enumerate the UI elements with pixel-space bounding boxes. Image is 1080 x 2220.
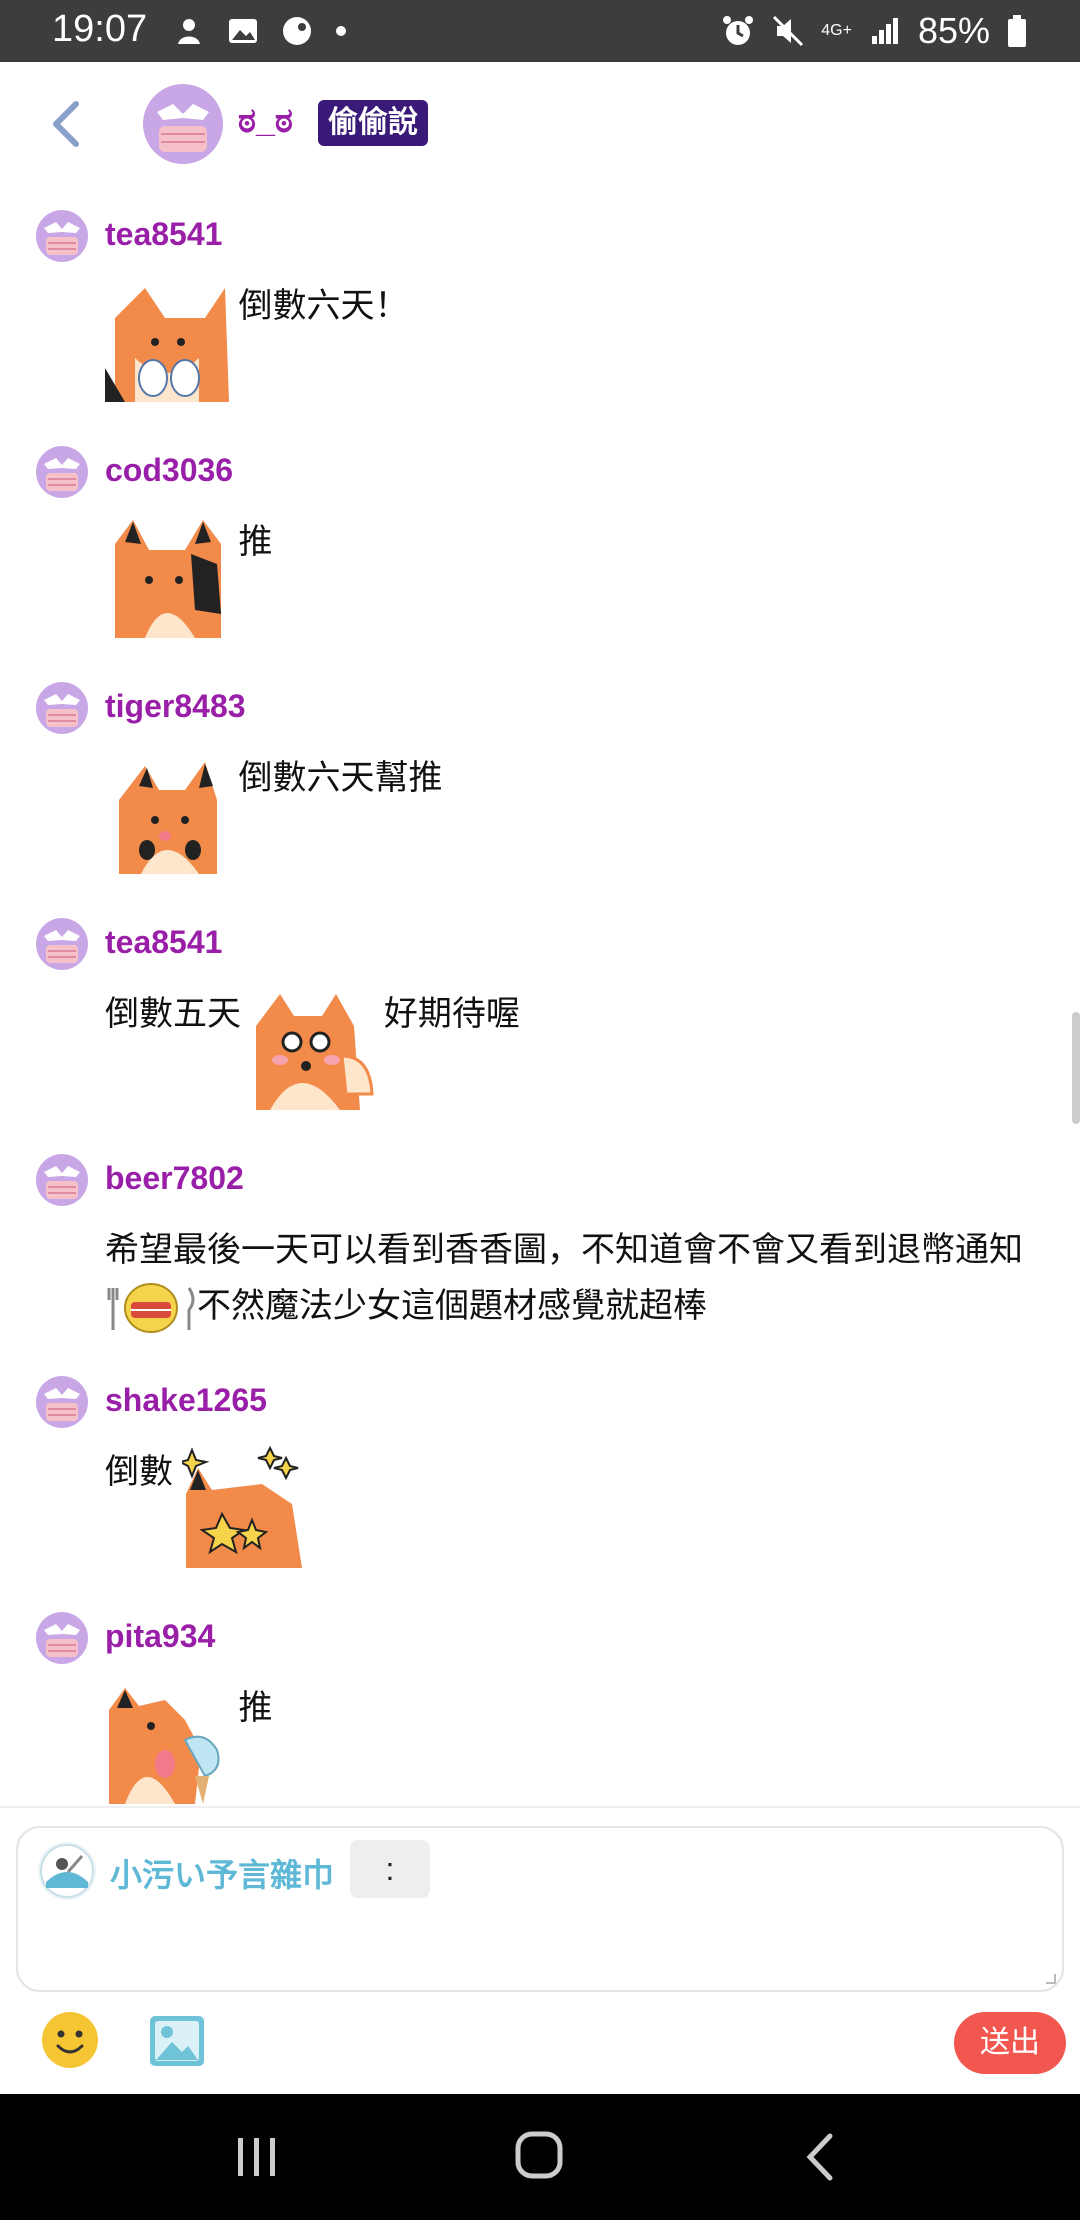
chat-list[interactable]: tea8541 倒數六天！ cod3036 推 tiger8483 倒數六天幫推	[0, 186, 1080, 1806]
message-body: 倒數六天幫推	[105, 750, 1040, 874]
user-avatar[interactable]	[36, 210, 88, 262]
username[interactable]: pita934	[105, 1618, 215, 1655]
navigation-bar	[0, 2094, 1080, 2220]
hungry-emoji	[107, 1283, 195, 1334]
fox-happy-sticker	[105, 750, 229, 874]
message-text: 倒數六天！	[238, 287, 409, 325]
message-text: 不然魔法少女這個題材感覺就超棒	[197, 1287, 707, 1325]
mute-icon	[773, 15, 804, 47]
fox-shy-sticker	[250, 986, 375, 1110]
message-body: 倒數五天 好期待喔	[105, 986, 1040, 1110]
image-upload-button[interactable]	[148, 2014, 206, 2068]
composer-colon: :	[350, 1840, 430, 1898]
username[interactable]: tea8541	[105, 924, 222, 961]
user-avatar[interactable]	[36, 1154, 88, 1206]
message-text: 倒數	[105, 1453, 173, 1491]
user-avatar[interactable]	[36, 918, 88, 970]
status-bar: 19:07 4G+ 85%	[0, 0, 1080, 62]
signal-icon	[871, 18, 898, 44]
emoji-button[interactable]	[40, 2010, 100, 2070]
message-text: 希望最後一天可以看到香香圖，不知道會不會又看到退幣通知	[105, 1231, 1023, 1269]
message-text: 推	[238, 523, 273, 561]
fox-fist-sticker	[105, 278, 229, 402]
masked-face-icon	[36, 1154, 88, 1206]
user-avatar-icon	[38, 1842, 96, 1900]
app-icon	[283, 17, 311, 45]
fox-sparkle-sticker	[182, 1444, 307, 1568]
status-time: 19:07	[52, 8, 148, 50]
message-body: 推	[105, 514, 1040, 638]
message-body: 推	[105, 1680, 1040, 1804]
masked-face-icon	[143, 84, 223, 164]
send-button[interactable]: 送出	[954, 2012, 1066, 2074]
chevron-left-icon	[53, 101, 79, 147]
scrollbar-thumb[interactable]	[1072, 1012, 1080, 1124]
message-text: 推	[238, 1689, 273, 1727]
vpn-icon	[178, 19, 200, 44]
chat-message: beer7802 希望最後一天可以看到香香圖，不知道會不會又看到退幣通知不然魔法…	[0, 1130, 1080, 1352]
alarm-icon	[723, 16, 754, 45]
chat-message: tiger8483 倒數六天幫推	[0, 658, 1080, 894]
username[interactable]: beer7802	[105, 1160, 244, 1197]
user-avatar[interactable]	[36, 682, 88, 734]
username[interactable]: shake1265	[105, 1382, 267, 1419]
user-avatar[interactable]	[36, 446, 88, 498]
masked-face-icon	[36, 210, 88, 262]
username[interactable]: cod3036	[105, 452, 233, 489]
message-input[interactable]	[38, 1908, 1038, 1978]
chat-message: tea8541 倒數五天 好期待喔	[0, 894, 1080, 1130]
username[interactable]: tea8541	[105, 216, 222, 253]
battery-percentage: 85%	[917, 10, 990, 51]
chat-message: shake1265 倒數	[0, 1352, 1080, 1588]
recent-apps-icon[interactable]	[232, 2134, 282, 2180]
secret-badge: 偷偷說	[318, 100, 428, 146]
message-text: 倒數六天幫推	[238, 759, 443, 797]
battery-icon	[1008, 15, 1026, 47]
room-avatar[interactable]	[143, 84, 223, 164]
message-body: 倒數六天！	[105, 278, 1040, 402]
chat-message: cod3036 推	[0, 422, 1080, 658]
message-composer: 小污い予言雜巾 :	[16, 1826, 1064, 1992]
message-body: 希望最後一天可以看到香香圖，不知道會不會又看到退幣通知不然魔法少女這個題材感覺就…	[105, 1222, 1040, 1336]
masked-face-icon	[36, 918, 88, 970]
back-button[interactable]	[40, 92, 90, 156]
message-text: 好期待喔	[383, 995, 520, 1033]
username[interactable]: tiger8483	[105, 688, 246, 725]
room-title: ಠ_ಠ	[238, 102, 293, 140]
composer-avatar[interactable]	[38, 1842, 96, 1900]
masked-face-icon	[36, 446, 88, 498]
fox-wave-sticker	[105, 514, 229, 638]
user-avatar[interactable]	[36, 1612, 88, 1664]
back-icon[interactable]	[800, 2132, 840, 2182]
dot-icon	[336, 26, 346, 36]
masked-face-icon	[36, 1612, 88, 1664]
chat-message: pita934 推	[0, 1588, 1080, 1806]
message-text: 倒數五天	[105, 995, 241, 1033]
composer-username[interactable]: 小污い予言雜巾	[110, 1850, 334, 1896]
fox-icecream-sticker	[105, 1680, 229, 1804]
masked-face-icon	[36, 1376, 88, 1428]
user-avatar[interactable]	[36, 1376, 88, 1428]
gallery-icon	[229, 19, 257, 43]
resize-handle[interactable]	[1046, 1974, 1056, 1984]
composer-divider	[0, 1806, 1080, 1808]
network-label: 4G+	[821, 22, 852, 39]
chat-header: ಠ_ಠ 偷偷說	[0, 62, 1080, 186]
status-left-icons	[172, 12, 348, 50]
status-right: 4G+ 85%	[721, 8, 1028, 54]
masked-face-icon	[36, 682, 88, 734]
home-icon[interactable]	[514, 2130, 564, 2180]
message-body: 倒數	[105, 1444, 1040, 1568]
chat-message: tea8541 倒數六天！	[0, 186, 1080, 422]
